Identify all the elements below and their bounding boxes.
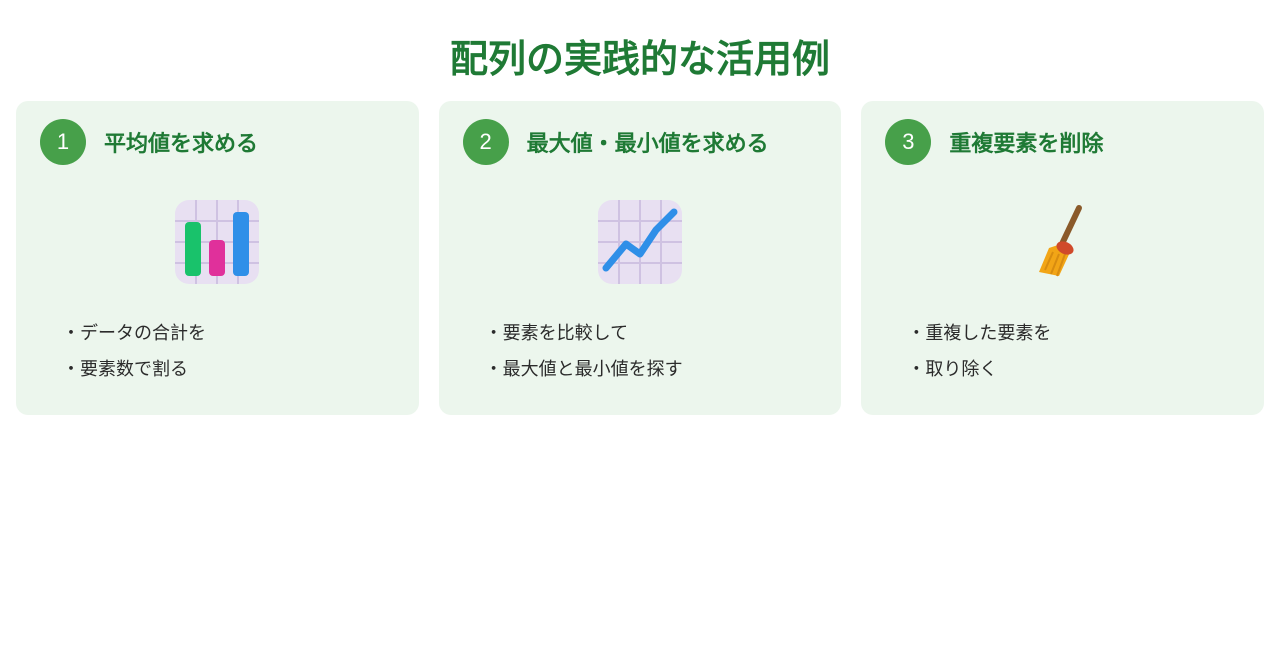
bar-chart-icon: [40, 187, 395, 297]
card-bullets: 重複した要素を 取り除く: [885, 315, 1240, 387]
card-number-badge: 1: [40, 119, 86, 165]
card-header: 3 重複要素を削除: [885, 119, 1240, 165]
card-average: 1 平均値を求める データの合計を 要素数で割る: [16, 101, 419, 415]
card-header: 2 最大値・最小値を求める: [463, 119, 818, 165]
card-title: 平均値を求める: [104, 126, 258, 158]
bullet-item: 取り除く: [925, 351, 1240, 387]
bullet-item: データの合計を: [80, 315, 395, 351]
card-bullets: 要素を比較して 最大値と最小値を探す: [463, 315, 818, 387]
card-header: 1 平均値を求める: [40, 119, 395, 165]
card-title: 重複要素を削除: [949, 126, 1103, 158]
bullet-item: 要素数で割る: [80, 351, 395, 387]
line-chart-icon: [463, 187, 818, 297]
bullet-item: 重複した要素を: [925, 315, 1240, 351]
card-title: 最大値・最小値を求める: [527, 126, 769, 158]
card-dedupe: 3 重複要素を削除 重複した要素を 取り除く: [861, 101, 1264, 415]
cards-row: 1 平均値を求める データの合計を 要素数で割る: [0, 101, 1280, 415]
card-bullets: データの合計を 要素数で割る: [40, 315, 395, 387]
card-number-badge: 2: [463, 119, 509, 165]
bullet-item: 最大値と最小値を探す: [503, 351, 818, 387]
broom-icon: [885, 187, 1240, 297]
card-number-badge: 3: [885, 119, 931, 165]
bullet-item: 要素を比較して: [503, 315, 818, 351]
card-minmax: 2 最大値・最小値を求める 要素を比較して 最大値と最小値を探す: [439, 101, 842, 415]
page-title: 配列の実践的な活用例: [0, 0, 1280, 101]
